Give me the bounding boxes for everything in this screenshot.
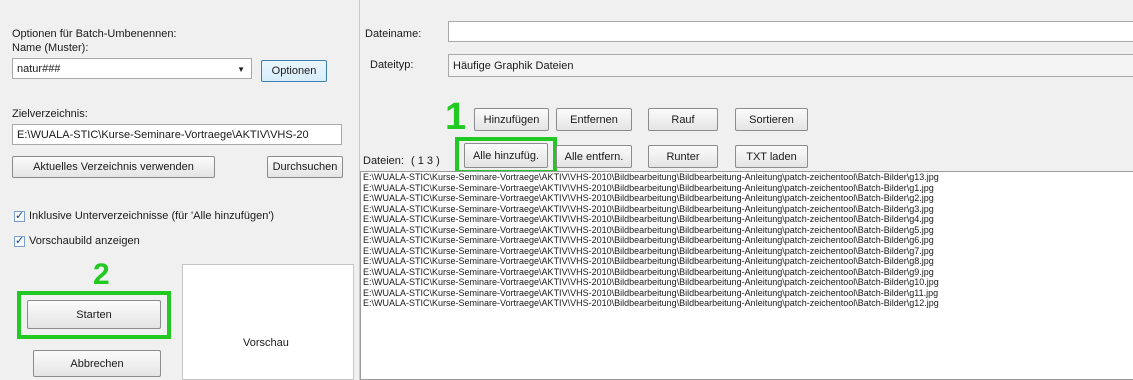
- preview-label: Vorschau: [243, 337, 289, 349]
- browse-button[interactable]: Durchsuchen: [267, 156, 343, 178]
- include-subdirs-label: Inklusive Unterverzeichnisse (für 'Alle …: [29, 210, 275, 222]
- load-txt-button[interactable]: TXT laden: [735, 145, 808, 168]
- start-button[interactable]: Starten: [27, 300, 161, 329]
- filetype-select[interactable]: Häufige Graphik Dateien: [448, 54, 1133, 77]
- list-item[interactable]: E:\WUALA-STIC\Kurse-Seminare-Vortraege\A…: [361, 225, 1133, 236]
- list-item[interactable]: E:\WUALA-STIC\Kurse-Seminare-Vortraege\A…: [361, 288, 1133, 299]
- step-2-annotation: 2: [93, 258, 110, 291]
- move-down-button[interactable]: Runter: [648, 145, 718, 168]
- checkmark-icon: [14, 209, 25, 222]
- name-pattern-combo[interactable]: natur### ▼: [12, 58, 252, 79]
- file-list[interactable]: E:\WUALA-STIC\Kurse-Seminare-Vortraege\A…: [360, 171, 1133, 380]
- list-item[interactable]: E:\WUALA-STIC\Kurse-Seminare-Vortraege\A…: [361, 246, 1133, 257]
- add-all-button[interactable]: Alle hinzufüg.: [464, 143, 548, 168]
- name-pattern-label: Name (Muster):: [12, 42, 89, 54]
- list-item[interactable]: E:\WUALA-STIC\Kurse-Seminare-Vortraege\A…: [361, 183, 1133, 194]
- batch-rename-window: Optionen für Batch-Umbenennen: Name (Mus…: [0, 0, 1133, 380]
- files-count: ( 1 3 ): [411, 155, 440, 167]
- chevron-down-icon[interactable]: ▼: [237, 64, 245, 73]
- files-label: Dateien:: [363, 155, 404, 167]
- list-item[interactable]: E:\WUALA-STIC\Kurse-Seminare-Vortraege\A…: [361, 193, 1133, 204]
- list-item[interactable]: E:\WUALA-STIC\Kurse-Seminare-Vortraege\A…: [361, 235, 1133, 246]
- cancel-button[interactable]: Abbrechen: [33, 350, 161, 377]
- list-item[interactable]: E:\WUALA-STIC\Kurse-Seminare-Vortraege\A…: [361, 204, 1133, 215]
- filename-input[interactable]: [448, 21, 1133, 42]
- list-item[interactable]: E:\WUALA-STIC\Kurse-Seminare-Vortraege\A…: [361, 214, 1133, 225]
- sort-button[interactable]: Sortieren: [735, 108, 808, 131]
- filename-label: Dateiname:: [365, 28, 422, 40]
- remove-button[interactable]: Entfernen: [556, 108, 632, 131]
- show-preview-label: Vorschaubild anzeigen: [29, 235, 140, 247]
- target-dir-value: E:\WUALA-STIC\Kurse-Seminare-Vortraege\A…: [17, 128, 309, 141]
- use-current-dir-button[interactable]: Aktuelles Verzeichnis verwenden: [12, 156, 215, 178]
- name-pattern-value: natur###: [17, 62, 61, 75]
- target-dir-input[interactable]: E:\WUALA-STIC\Kurse-Seminare-Vortraege\A…: [12, 124, 342, 145]
- file-rows: E:\WUALA-STIC\Kurse-Seminare-Vortraege\A…: [361, 172, 1133, 309]
- include-subdirs-checkbox[interactable]: Inklusive Unterverzeichnisse (für 'Alle …: [14, 209, 275, 222]
- target-dir-label: Zielverzeichnis:: [12, 108, 88, 120]
- batch-options-heading: Optionen für Batch-Umbenennen:: [12, 28, 177, 40]
- list-item[interactable]: E:\WUALA-STIC\Kurse-Seminare-Vortraege\A…: [361, 172, 1133, 183]
- checkmark-icon: [14, 234, 25, 247]
- batch-options-pane: Optionen für Batch-Umbenennen: Name (Mus…: [8, 0, 360, 380]
- step-1-annotation: 1: [445, 96, 467, 138]
- list-item[interactable]: E:\WUALA-STIC\Kurse-Seminare-Vortraege\A…: [361, 256, 1133, 267]
- move-up-button[interactable]: Rauf: [648, 108, 718, 131]
- filetype-value: Häufige Graphik Dateien: [453, 59, 574, 72]
- filetype-label: Dateityp:: [370, 59, 414, 71]
- options-button[interactable]: Optionen: [261, 60, 327, 82]
- show-preview-checkbox[interactable]: Vorschaubild anzeigen: [14, 234, 140, 247]
- list-item[interactable]: E:\WUALA-STIC\Kurse-Seminare-Vortraege\A…: [361, 267, 1133, 278]
- list-item[interactable]: E:\WUALA-STIC\Kurse-Seminare-Vortraege\A…: [361, 277, 1133, 288]
- add-button[interactable]: Hinzufügen: [474, 108, 549, 131]
- list-item[interactable]: E:\WUALA-STIC\Kurse-Seminare-Vortraege\A…: [361, 298, 1133, 309]
- remove-all-button[interactable]: Alle entfern.: [556, 145, 632, 168]
- preview-box: Vorschau: [182, 264, 354, 380]
